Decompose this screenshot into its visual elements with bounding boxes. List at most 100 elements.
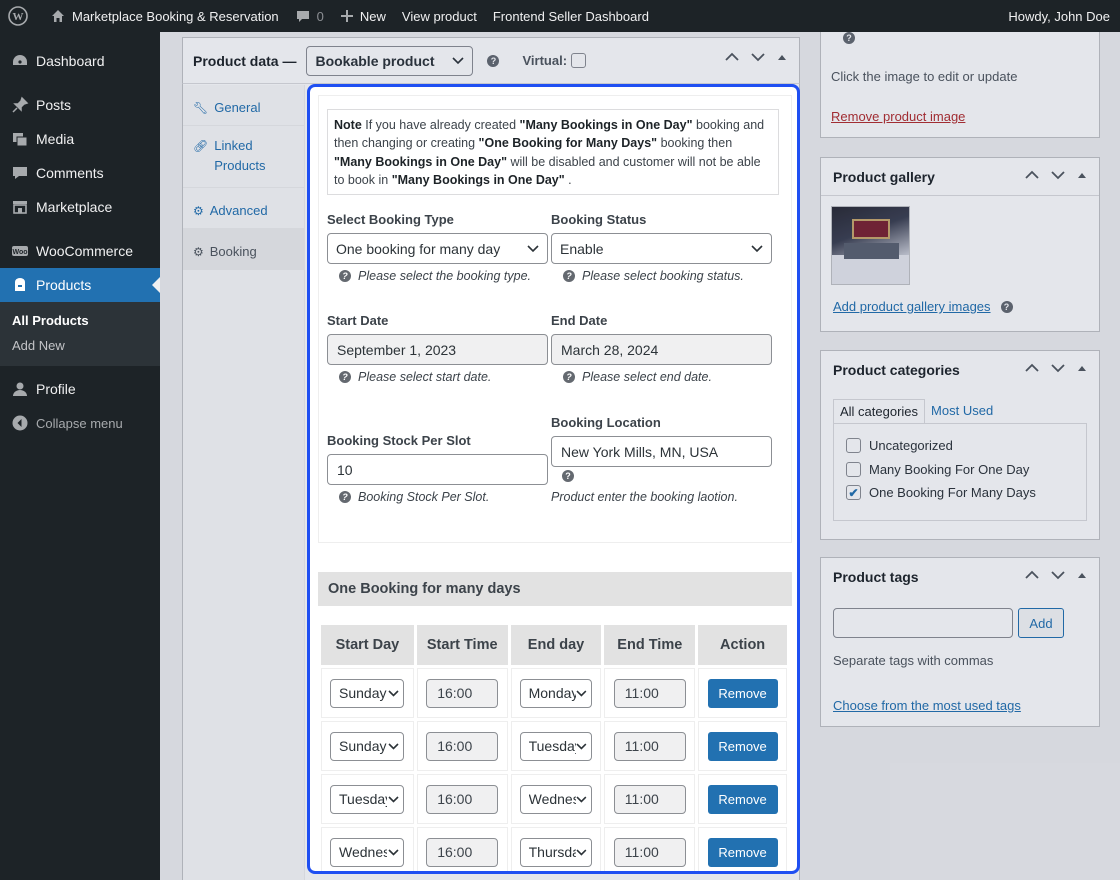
select-value: Wednesday <box>528 791 576 807</box>
start-day-select[interactable]: Sunday <box>330 678 404 708</box>
menu-profile[interactable]: Profile <box>0 372 160 406</box>
remove-button[interactable]: Remove <box>707 837 778 867</box>
menu-label: WooCommerce <box>36 243 133 259</box>
category-checkbox[interactable] <box>846 438 861 454</box>
new-label: New <box>359 8 386 24</box>
chevron-down-icon[interactable] <box>1051 363 1065 373</box>
remove-image-link[interactable]: Remove product image <box>831 109 965 124</box>
start-day-select[interactable]: Sunday <box>330 731 404 761</box>
tags-input[interactable] <box>833 608 1013 638</box>
menu-posts[interactable]: Posts <box>0 88 160 122</box>
collapse-toggle-icon[interactable] <box>1077 570 1087 580</box>
tab-booking[interactable]: ⚙ Booking <box>183 229 304 270</box>
site-name-link[interactable]: Marketplace Booking & Reservation <box>42 0 287 32</box>
gallery-thumbnail[interactable] <box>831 206 910 285</box>
wordpress-logo-icon[interactable]: W <box>0 0 42 32</box>
menu-marketplace[interactable]: Marketplace <box>0 190 160 224</box>
tab-advanced[interactable]: ⚙ Advanced <box>183 188 304 229</box>
account-link[interactable]: Howdy, John Doe <box>1000 0 1120 32</box>
cell: Sunday <box>321 668 414 718</box>
submenu-add-new[interactable]: Add New <box>0 333 160 358</box>
collapse-toggle-icon[interactable] <box>1077 363 1087 373</box>
cell: 11:00 <box>604 827 696 871</box>
end-date-input[interactable]: March 28, 2024 <box>551 334 772 365</box>
start-time-input[interactable]: 16:00 <box>426 837 499 867</box>
booking-panel: Note If you have already created "Many B… <box>307 84 800 874</box>
help-icon: ? <box>487 54 500 67</box>
end-day-select[interactable]: Tuesday <box>519 731 592 761</box>
end-time-input[interactable]: 11:00 <box>613 784 686 814</box>
view-product-link[interactable]: View product <box>394 0 485 32</box>
end-time-input[interactable]: 11:00 <box>613 837 686 867</box>
start-time-input[interactable]: 16:00 <box>426 784 499 814</box>
collapse-toggle-icon[interactable] <box>1077 170 1087 180</box>
category-item[interactable]: ✔ One Booking For Many Days <box>846 481 1074 505</box>
chevron-up-icon[interactable] <box>1025 570 1039 580</box>
menu-media[interactable]: Media <box>0 122 160 156</box>
start-time-input[interactable]: 16:00 <box>426 678 499 708</box>
remove-button[interactable]: Remove <box>707 784 778 814</box>
svg-text:W: W <box>13 11 24 23</box>
cell: Tuesday <box>321 774 414 824</box>
end-day-select[interactable]: Monday <box>519 678 592 708</box>
select-value: Sunday <box>339 685 387 701</box>
note-strong: "Many Bookings in One Day" <box>334 154 507 169</box>
remove-button[interactable]: Remove <box>707 678 778 708</box>
new-content-link[interactable]: New <box>332 0 394 32</box>
choose-tags-link[interactable]: Choose from the most used tags <box>833 698 1021 713</box>
chevron-down-icon[interactable] <box>751 52 765 62</box>
category-item[interactable]: Uncategorized <box>846 434 1074 458</box>
start-time-input[interactable]: 16:00 <box>426 731 499 761</box>
hint-text: Booking Stock Per Slot. <box>358 490 490 504</box>
menu-woocommerce[interactable]: Woo WooCommerce <box>0 234 160 268</box>
menu-label: Dashboard <box>36 53 105 69</box>
category-checkbox-checked[interactable]: ✔ <box>846 485 861 501</box>
remove-button[interactable]: Remove <box>707 731 778 761</box>
product-data-title: Product data — <box>193 52 297 69</box>
booking-status-hint: ? Please select booking status. <box>563 269 744 283</box>
end-day-select[interactable]: Wednesday <box>519 784 592 814</box>
tab-general[interactable]: 🔧︎ General <box>183 85 304 126</box>
start-day-select[interactable]: Tuesday <box>330 784 404 814</box>
cell: Remove <box>698 721 787 771</box>
plus-icon <box>340 10 353 22</box>
collapse-toggle-icon[interactable] <box>777 52 787 62</box>
booking-status-select[interactable]: Enable <box>551 233 772 264</box>
end-time-input[interactable]: 11:00 <box>613 731 686 761</box>
note-strong: Note <box>334 118 362 132</box>
end-time-input[interactable]: 11:00 <box>613 678 686 708</box>
chevron-up-icon[interactable] <box>1025 363 1039 373</box>
end-day-select[interactable]: Thursday <box>519 837 592 867</box>
menu-dashboard[interactable]: Dashboard <box>0 44 160 78</box>
start-date-input[interactable]: September 1, 2023 <box>327 334 548 365</box>
help-icon: ? <box>1000 300 1013 313</box>
gear-icon: ⚙ <box>193 204 204 218</box>
add-tag-button[interactable]: Add <box>1018 608 1064 638</box>
comments-link[interactable]: 0 <box>287 0 332 32</box>
help-icon: ? <box>339 491 351 503</box>
menu-products[interactable]: Products <box>0 268 160 302</box>
tab-all-categories[interactable]: All categories <box>833 399 926 423</box>
category-item[interactable]: Many Booking For One Day <box>846 458 1074 482</box>
help-icon: ? <box>339 270 351 282</box>
chevron-down-icon[interactable] <box>1051 170 1065 180</box>
start-day-select[interactable]: Wednesday <box>330 837 404 867</box>
category-label: Many Booking For One Day <box>869 461 1030 477</box>
category-checkbox[interactable] <box>846 461 861 477</box>
add-gallery-link[interactable]: Add product gallery images <box>833 299 991 314</box>
menu-collapse[interactable]: Collapse menu <box>0 406 160 440</box>
stock-input[interactable]: 10 <box>327 454 548 485</box>
menu-comments[interactable]: Comments <box>0 156 160 190</box>
chevron-up-icon[interactable] <box>1025 170 1039 180</box>
frontend-dashboard-link[interactable]: Frontend Seller Dashboard <box>485 0 657 32</box>
chevron-up-icon[interactable] <box>725 52 739 62</box>
submenu-all-products[interactable]: All Products <box>0 308 160 333</box>
tab-most-used[interactable]: Most Used <box>925 399 999 423</box>
product-type-select[interactable]: Bookable product <box>306 45 474 76</box>
booking-type-select[interactable]: One booking for many day <box>327 233 548 264</box>
chevron-down-icon <box>576 848 587 856</box>
location-input[interactable]: New York Mills, MN, USA <box>551 436 772 467</box>
tab-linked-products[interactable]: 🔗︎ Linked Products <box>183 126 304 188</box>
virtual-checkbox[interactable] <box>571 53 587 68</box>
chevron-down-icon[interactable] <box>1051 570 1065 580</box>
